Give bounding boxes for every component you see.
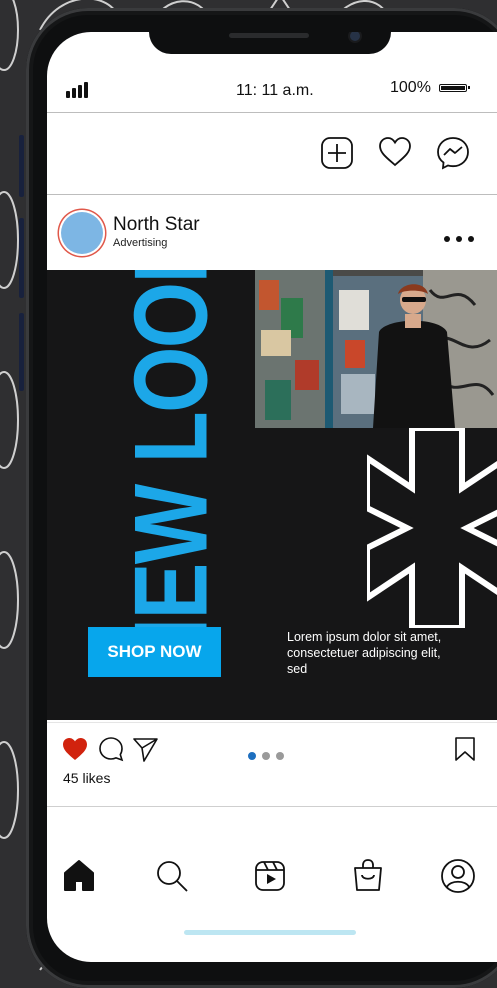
comment-icon[interactable] [98,736,124,762]
post-photo [255,270,497,428]
home-indicator[interactable] [184,930,356,935]
headline: NEW LOOK [113,270,230,679]
carousel-dot-active [248,752,256,760]
account-name[interactable]: North Star [113,214,200,236]
side-button-mute [19,135,24,197]
divider [47,194,497,195]
carousel-dot [262,752,270,760]
home-icon[interactable] [61,858,97,894]
carousel-indicator [248,747,290,765]
divider [47,806,497,807]
heart-icon[interactable] [378,136,412,170]
side-button-volume-up [19,218,24,298]
likes-count[interactable]: 45 likes [63,770,110,786]
signal-icon [66,82,92,98]
status-bar: 11: 11 a.m. 100% [47,72,497,112]
divider [47,722,497,723]
front-camera [350,32,360,41]
battery-percentage: 100% [390,79,431,96]
asterisk-shape [367,428,497,628]
battery-icon [439,84,470,92]
post-body-text: Lorem ipsum dolor sit amet, consectetuer… [287,630,442,676]
notch [149,32,391,54]
side-button-volume-down [19,313,24,391]
carousel-dot [276,752,284,760]
account-subtitle: Advertising [113,237,168,249]
status-time: 11: 11 a.m. [236,82,314,99]
post-image[interactable]: NEW LOOK SHOP NOW Lorem ipsum dolor sit … [47,270,497,720]
reels-icon[interactable] [252,858,288,894]
profile-icon[interactable] [440,858,476,894]
add-post-icon[interactable] [320,136,354,170]
like-icon[interactable] [62,736,88,762]
search-icon[interactable] [154,858,190,894]
avatar[interactable] [61,212,103,254]
shop-now-button[interactable]: SHOP NOW [88,627,221,677]
divider [47,112,497,113]
messenger-icon[interactable] [436,136,470,170]
shop-icon[interactable] [350,858,386,894]
share-icon[interactable] [132,736,158,762]
phone-screen: 11: 11 a.m. 100% North Star Advertising … [47,32,497,962]
bookmark-icon[interactable] [453,736,477,762]
speaker [229,33,309,38]
more-options-icon[interactable] [443,235,475,243]
